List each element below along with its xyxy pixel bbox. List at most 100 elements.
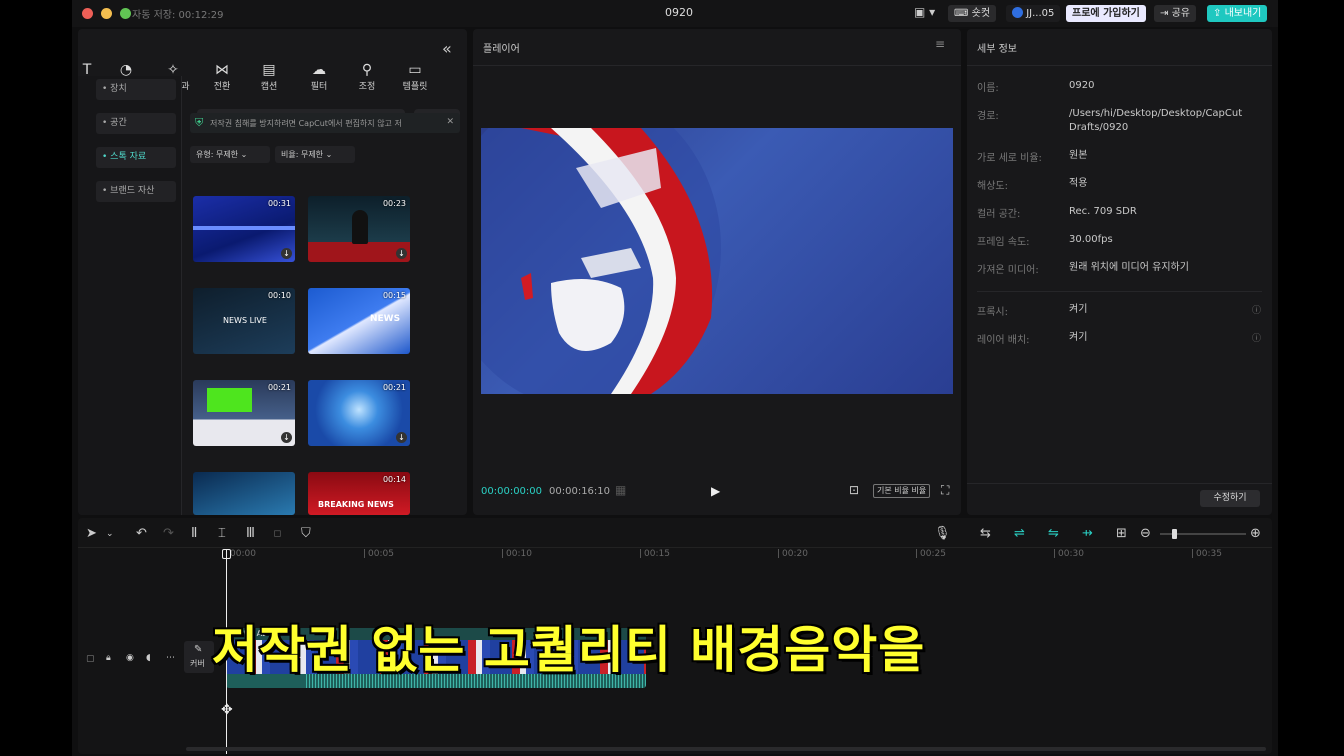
export-icon: ⇪ (1213, 8, 1225, 19)
shield-check-icon: ⛨ (195, 116, 204, 129)
ratio-button[interactable]: 기본 비율 비율 (873, 484, 931, 498)
detail-label: 해상도: (977, 181, 1008, 192)
zoom-slider-handle[interactable] (1172, 529, 1177, 539)
tool-template[interactable]: ▭ 템플릿 (392, 61, 438, 92)
copyright-notice: ⛨ 저작권 침해를 방지하려면 CapCut에서 편집하지 않고 저 ✕ (190, 113, 460, 133)
shortcuts-button[interactable]: ⌨ 숏컷 (948, 5, 997, 22)
info-icon[interactable]: ⓘ (1252, 303, 1261, 316)
undo-icon[interactable]: ↶ (136, 526, 147, 541)
sidebar-item[interactable]: • 브랜드 자산 (96, 181, 176, 202)
zoom-window-button[interactable] (120, 8, 131, 19)
detail-value: 켜기 (1069, 304, 1088, 315)
detail-value: 30.00fps (1069, 234, 1113, 245)
fit-icon[interactable]: ⊞ (1116, 526, 1127, 541)
split-icon[interactable]: Ⅱ (191, 526, 197, 541)
close-notice-icon[interactable]: ✕ (446, 117, 454, 127)
stock-thumb[interactable]: NEWS 00:15 (308, 288, 410, 354)
stock-thumb[interactable]: 00:21 ↓ (308, 380, 410, 446)
info-icon[interactable]: ⓘ (1252, 331, 1261, 344)
user-label: JJ...05 (1026, 8, 1055, 19)
microphone-icon[interactable]: 🎙 (934, 526, 951, 541)
ruler-tick-label: 00:00 (230, 549, 256, 559)
ruler-tick-label: 00:15 (644, 549, 670, 559)
share-icon: ⇥ (1160, 8, 1172, 19)
type-filter-label: 유형: 무제한 (196, 150, 239, 159)
grid-icon[interactable]: ▦ (615, 483, 626, 497)
lock-icon[interactable]: 🔒︎ (106, 653, 111, 663)
preview-axis-icon[interactable]: ⇸ (1082, 526, 1093, 541)
minimize-window-button[interactable] (101, 8, 112, 19)
tool-transition[interactable]: ⋈ 전환 (199, 61, 245, 92)
stock-thumb[interactable]: 00:31 ↓ (193, 196, 295, 262)
close-window-button[interactable] (82, 8, 93, 19)
horizontal-scrollbar[interactable] (186, 747, 1266, 751)
download-icon[interactable]: ↓ (281, 432, 292, 443)
edit-button[interactable]: 수정하기 (1200, 490, 1260, 507)
stock-thumb[interactable]: NEWS LIVE 00:10 (193, 288, 295, 354)
tool-label: 조정 (358, 82, 376, 92)
fullscreen-icon[interactable]: ⛶ (941, 483, 949, 498)
more-icon[interactable]: ⋯ (166, 653, 175, 663)
audio-icon[interactable]: ◖ (146, 653, 151, 663)
ruler-tick (640, 549, 641, 558)
auto-snap-icon[interactable]: ⇋ (1048, 526, 1059, 541)
download-icon[interactable]: ↓ (396, 248, 407, 259)
select-tool-icon[interactable]: ➤ (86, 526, 97, 541)
caption-icon: ▤ (262, 62, 276, 78)
thumb-caption: NEWS (370, 314, 401, 324)
autosave-label: 자동 저장: 00:12:29 (132, 10, 224, 21)
ruler-tick-label: 00:25 (920, 549, 946, 559)
split-right-icon[interactable]: Ⅲ (246, 526, 255, 541)
sidebar-item[interactable]: • 공간 (96, 113, 176, 134)
redo-icon[interactable]: ↷ (163, 526, 174, 541)
focus-icon[interactable]: ⊡ (849, 483, 859, 497)
thumb-duration: 00:23 (382, 199, 406, 208)
ratio-filter-select[interactable]: 비율: 무제한 ⌄ (275, 146, 355, 163)
zoom-out-icon[interactable]: ⊖ (1140, 526, 1151, 541)
share-button[interactable]: ⇥ 공유 (1154, 5, 1196, 22)
menu-icon[interactable]: ≡ (935, 37, 945, 51)
zoom-in-icon[interactable]: ⊕ (1250, 526, 1261, 541)
tool-adjust[interactable]: ⚲ 조정 (344, 61, 390, 92)
snap-icon[interactable]: ⇌ (1014, 526, 1025, 541)
zoom-slider[interactable] (1160, 529, 1246, 539)
stock-thumb[interactable]: BREAKING NEWS 00:14 (308, 472, 410, 515)
details-title: 세부 정보 (977, 44, 1017, 55)
detail-label: 레이어 배치: (977, 335, 1030, 346)
ruler-tick-label: 00:05 (368, 549, 394, 559)
shield-icon[interactable]: ⛉ (301, 526, 311, 541)
download-icon[interactable]: ↓ (396, 432, 407, 443)
delete-icon[interactable]: ▫ (273, 526, 282, 541)
playhead-handle[interactable] (222, 549, 231, 559)
sidebar-item[interactable]: • 스톡 자료 (96, 147, 176, 168)
detail-label: 컬러 공간: (977, 209, 1021, 220)
stock-thumb[interactable] (193, 472, 295, 515)
sidebar-item[interactable]: • 장치 (96, 79, 176, 100)
link-icon[interactable]: ⇆ (980, 526, 991, 541)
cover-button[interactable]: ✎ 커버 (184, 641, 214, 673)
pro-signup-button[interactable]: 프로에 가입하기 (1066, 5, 1146, 22)
eye-icon[interactable]: ◉ (126, 653, 134, 663)
shortcuts-label: 숏컷 (971, 8, 991, 19)
user-badge[interactable]: JJ...05 (1006, 5, 1061, 22)
split-left-icon[interactable]: ⌶ (218, 526, 226, 541)
details-panel: 세부 정보 이름: 0920 경로: /Users/hi/Desktop/Deskto… (967, 29, 1272, 515)
download-icon[interactable]: ↓ (281, 248, 292, 259)
layout-icon[interactable]: ▣ ▾ (914, 5, 935, 19)
collapse-icon[interactable]: « (442, 39, 452, 58)
play-icon[interactable]: ▶ (711, 484, 720, 498)
divider (181, 76, 182, 515)
chevron-down-icon[interactable]: ⌄ (106, 529, 114, 539)
stock-thumb[interactable]: 00:23 ↓ (308, 196, 410, 262)
type-filter-select[interactable]: 유형: 무제한 ⌄ (190, 146, 270, 163)
stock-thumb[interactable]: 00:21 ↓ (193, 380, 295, 446)
detail-value: /Users/hi/Desktop/Desktop/CapCut Drafts/… (1069, 108, 1243, 133)
tool-label: 템플릿 (402, 82, 428, 92)
detail-value: Rec. 709 SDR (1069, 206, 1137, 217)
track-icon: ▢ (86, 654, 95, 664)
video-preview[interactable] (481, 128, 953, 394)
tool-filter[interactable]: ☁ 필터 (296, 61, 342, 92)
tool-caption[interactable]: ▤ 캡션 (246, 61, 292, 92)
export-button[interactable]: ⇪ 내보내기 (1207, 5, 1268, 22)
divider (977, 291, 1262, 292)
